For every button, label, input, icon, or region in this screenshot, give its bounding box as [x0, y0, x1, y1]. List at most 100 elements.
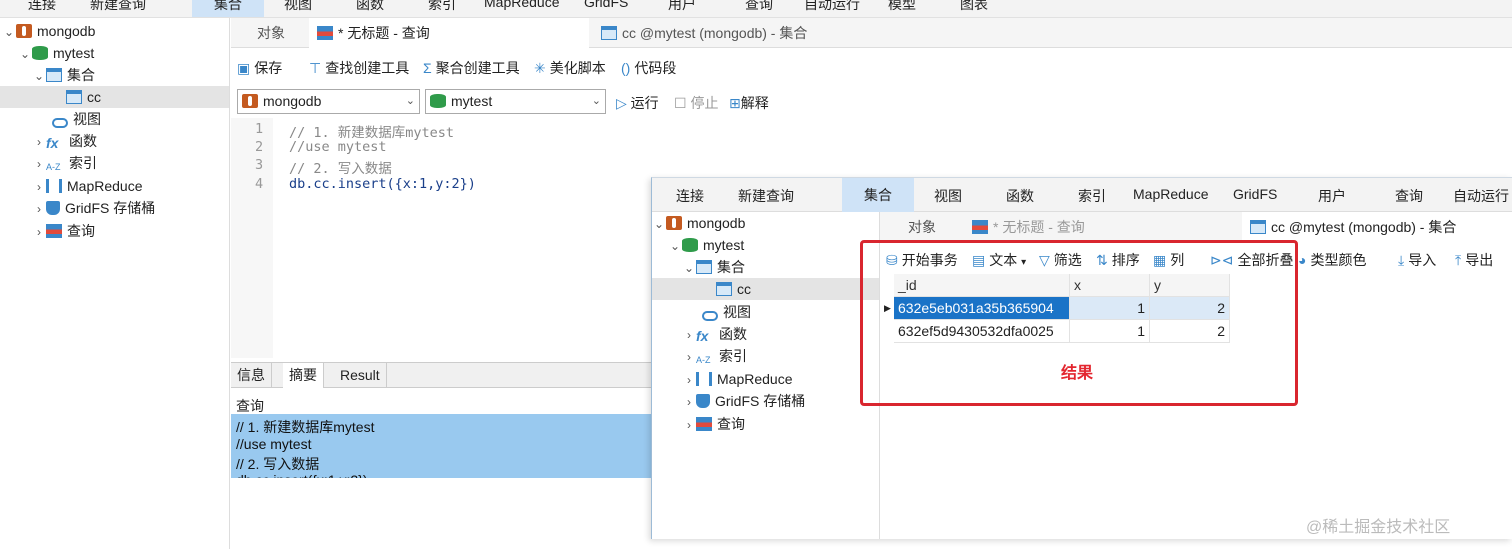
- menu-function[interactable]: 函数: [356, 0, 384, 14]
- connection-select[interactable]: mongodb ⌄: [237, 89, 420, 114]
- chevron-right-icon[interactable]: ›: [682, 391, 696, 413]
- import-button[interactable]: ⤓ 导入: [1398, 250, 1436, 270]
- tree-database-label: mytest: [53, 45, 95, 61]
- menu-model[interactable]: 模型: [888, 0, 916, 14]
- tree-gridfs[interactable]: › GridFS 存储桶: [682, 390, 805, 412]
- snippet-button[interactable]: () 代码段: [621, 58, 676, 78]
- chevron-right-icon[interactable]: ›: [32, 221, 46, 243]
- beautify-button[interactable]: ✳ 美化脚本: [534, 58, 606, 78]
- menu-connect[interactable]: 连接: [28, 0, 56, 14]
- menu-new-query[interactable]: 新建查询: [90, 0, 146, 14]
- chevron-right-icon[interactable]: ›: [682, 324, 696, 346]
- tab-query[interactable]: * 无标题 - 查询: [964, 212, 1093, 242]
- tab-result[interactable]: Result: [334, 363, 387, 388]
- tree-functions[interactable]: › fx 函数: [682, 323, 747, 345]
- tree-mapreduce[interactable]: › MapReduce: [32, 175, 143, 197]
- chevron-down-icon[interactable]: ⌄: [18, 43, 32, 65]
- menu-connect[interactable]: 连接: [676, 186, 704, 206]
- editor-tabs: 对象 * 无标题 - 查询 cc @mytest (mongodb) - 集合: [231, 18, 1512, 48]
- menu-collection[interactable]: 集合: [842, 178, 914, 212]
- chevron-right-icon[interactable]: ›: [32, 153, 46, 175]
- code-editor[interactable]: 1 2 3 4 // 1. 新建数据库mytest //use mytest /…: [231, 118, 651, 358]
- chevron-down-icon[interactable]: ⌄: [32, 65, 46, 87]
- collection-icon: [601, 26, 617, 40]
- tree-connection[interactable]: ⌄ mongodb: [652, 212, 745, 234]
- menu-view[interactable]: 视图: [934, 186, 962, 206]
- menu-query[interactable]: 查询: [745, 0, 773, 14]
- tree-gridfs[interactable]: › GridFS 存储桶: [32, 197, 155, 219]
- tree-database[interactable]: ⌄ mytest: [668, 234, 744, 256]
- menu-query[interactable]: 查询: [1395, 186, 1423, 206]
- tab-info[interactable]: 信息: [231, 363, 272, 388]
- menu-view[interactable]: 视图: [284, 0, 312, 14]
- menu-gridfs[interactable]: GridFS: [1233, 186, 1277, 202]
- tree-mapreduce[interactable]: › MapReduce: [682, 368, 793, 390]
- stop-button[interactable]: ☐ 停止: [674, 93, 718, 113]
- chevron-right-icon[interactable]: ›: [682, 369, 696, 391]
- menu-chart[interactable]: 图表: [960, 0, 988, 14]
- chevron-down-icon[interactable]: ⌄: [2, 21, 16, 43]
- tree-functions[interactable]: › fx 函数: [32, 130, 97, 152]
- tree-views[interactable]: 视图: [52, 108, 101, 130]
- tab-objects[interactable]: 对象: [900, 212, 944, 242]
- tab-summary[interactable]: 摘要: [283, 363, 324, 388]
- watermark: @稀土掘金技术社区: [1306, 519, 1451, 536]
- chevron-right-icon[interactable]: ›: [32, 198, 46, 220]
- menu-user[interactable]: 用户: [668, 0, 696, 14]
- agg-builder-button[interactable]: Σ 聚合创建工具: [423, 58, 520, 78]
- export-button[interactable]: ⤒ 导出: [1455, 250, 1493, 270]
- menu-gridfs[interactable]: GridFS: [584, 0, 628, 10]
- line-number: 3: [255, 157, 264, 173]
- tree-collections-folder[interactable]: ⌄ 集合: [682, 256, 745, 278]
- menu-autorun[interactable]: 自动运行: [804, 0, 860, 14]
- chevron-down-icon[interactable]: ⌄: [652, 213, 666, 235]
- tab-query[interactable]: * 无标题 - 查询: [309, 18, 589, 48]
- tree-indexes[interactable]: › A-Z 索引: [32, 152, 97, 174]
- menu-mapreduce[interactable]: MapReduce: [484, 0, 560, 10]
- tree-indexes-label: 索引: [69, 155, 97, 171]
- tree-queries[interactable]: › 查询: [682, 413, 745, 435]
- query-icon: [317, 26, 333, 40]
- selected-query-text[interactable]: // 1. 新建数据库mytest //use mytest // 2. 写入数…: [231, 414, 651, 478]
- menu-mapreduce[interactable]: MapReduce: [1133, 186, 1209, 202]
- tree-views[interactable]: 视图: [702, 301, 751, 323]
- menu-autorun[interactable]: 自动运行: [1453, 186, 1509, 206]
- menu-new-query[interactable]: 新建查询: [738, 186, 794, 206]
- tree-queries[interactable]: › 查询: [32, 220, 95, 242]
- tree-database[interactable]: ⌄ mytest: [18, 42, 94, 64]
- tree-collections-folder[interactable]: ⌄ 集合: [32, 64, 95, 86]
- tree-collection-cc[interactable]: cc: [0, 86, 229, 108]
- function-icon: fx: [46, 135, 59, 151]
- tab-collection[interactable]: cc @mytest (mongodb) - 集合: [593, 18, 883, 48]
- export-icon: ⤒: [1455, 252, 1462, 268]
- run-button[interactable]: ▷ 运行: [616, 93, 659, 113]
- mongodb-icon: [242, 94, 258, 108]
- tree-connection[interactable]: ⌄ mongodb: [2, 20, 95, 42]
- save-button[interactable]: ▣ 保存: [237, 58, 282, 78]
- menu-user[interactable]: 用户: [1318, 186, 1346, 206]
- save-icon: ▣: [237, 60, 251, 76]
- menu-function[interactable]: 函数: [1006, 186, 1034, 206]
- chevron-down-icon[interactable]: ⌄: [668, 235, 682, 257]
- chevron-down-icon[interactable]: ⌄: [682, 257, 696, 279]
- find-builder-icon: ⊤: [309, 60, 322, 76]
- menu-index[interactable]: 索引: [428, 0, 456, 14]
- tree-functions-label: 函数: [69, 133, 97, 149]
- chevron-right-icon[interactable]: ›: [682, 414, 696, 436]
- tree-collection-cc[interactable]: cc: [652, 278, 879, 300]
- tree-indexes[interactable]: › A-Z 索引: [682, 345, 747, 367]
- mapreduce-icon: [46, 179, 62, 193]
- tab-collection[interactable]: cc @mytest (mongodb) - 集合: [1242, 212, 1512, 242]
- explain-button[interactable]: ⊞解释: [729, 93, 769, 113]
- menu-index[interactable]: 索引: [1078, 186, 1106, 206]
- view-icon: [702, 311, 718, 321]
- tree-collection-label: cc: [737, 281, 751, 297]
- menu-collection[interactable]: 集合: [192, 0, 264, 17]
- tab-objects[interactable]: 对象: [249, 18, 293, 48]
- find-builder-button[interactable]: ⊤ 查找创建工具: [309, 58, 409, 78]
- chevron-right-icon[interactable]: ›: [32, 131, 46, 153]
- chevron-right-icon[interactable]: ›: [682, 346, 696, 368]
- chevron-right-icon[interactable]: ›: [32, 176, 46, 198]
- type-color-button[interactable]: ◕ 类型颜色: [1298, 250, 1366, 270]
- database-select[interactable]: mytest ⌄: [425, 89, 606, 114]
